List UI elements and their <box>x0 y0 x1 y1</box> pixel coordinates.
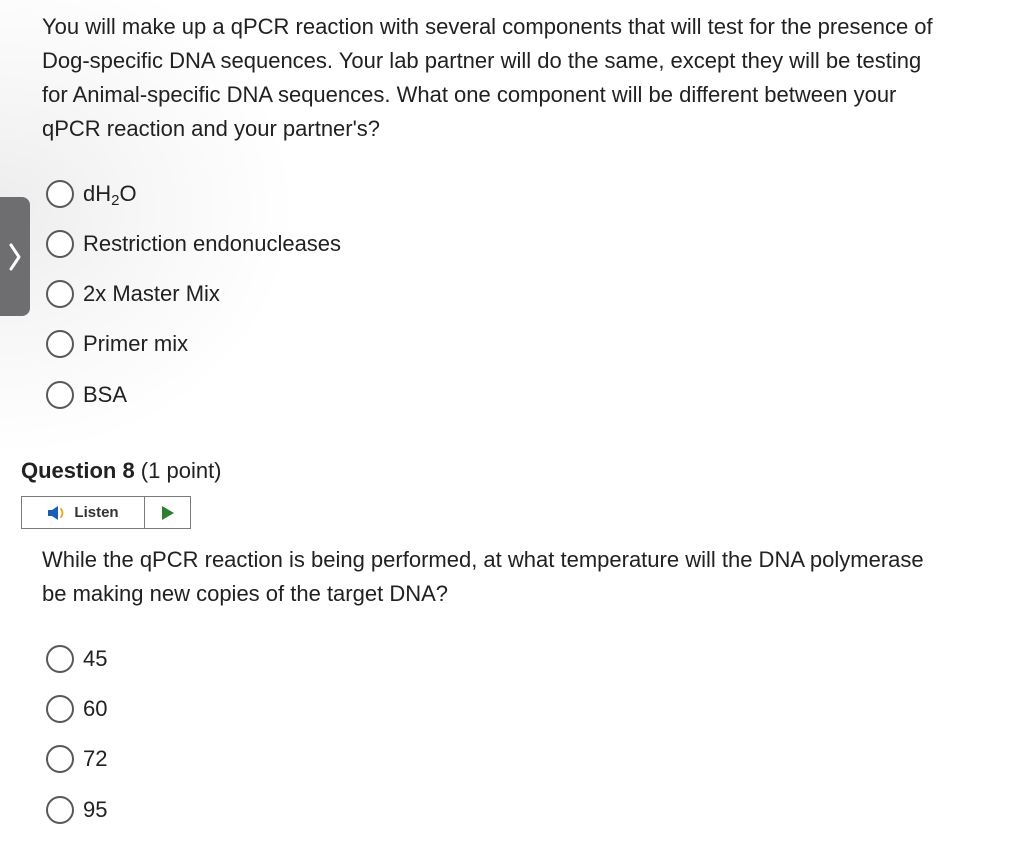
speaker-icon <box>48 505 64 520</box>
q7-option-primer-mix[interactable]: Primer mix <box>46 328 188 360</box>
q8-option-60[interactable]: 60 <box>46 693 107 725</box>
radio-button[interactable] <box>46 745 74 773</box>
question-points: (1 point) <box>134 458 222 483</box>
sidebar-expand-tab[interactable] <box>0 197 30 316</box>
play-button[interactable] <box>145 497 190 528</box>
option-label: 60 <box>83 696 108 721</box>
radio-button[interactable] <box>46 230 74 258</box>
option-label: BSA <box>83 382 128 407</box>
q7-option-bsa[interactable]: BSA <box>46 379 127 411</box>
question-8-text: While the qPCR reaction is being perform… <box>42 547 924 606</box>
radio-button[interactable] <box>46 180 74 208</box>
play-icon <box>161 505 174 520</box>
radio-button[interactable] <box>46 796 74 824</box>
q8-option-72[interactable]: 72 <box>46 743 107 775</box>
option-label: 72 <box>83 746 108 771</box>
radio-button[interactable] <box>46 645 74 673</box>
question-8-heading: Question 8 (1 point) <box>21 455 222 487</box>
option-label: 95 <box>83 797 108 822</box>
chevron-right-icon <box>9 243 21 270</box>
q7-option-dh2o[interactable]: dH2O <box>46 178 137 210</box>
q8-option-95[interactable]: 95 <box>46 794 107 826</box>
quiz-page: You will make up a qPCR reaction with se… <box>0 0 1024 861</box>
option-label: Restriction endonucleases <box>83 231 342 256</box>
question-7-text: You will make up a qPCR reaction with se… <box>42 14 933 141</box>
option-label: Primer mix <box>83 331 189 356</box>
q7-option-restriction-endonucleases[interactable]: Restriction endonucleases <box>46 228 341 260</box>
option-label: 2x Master Mix <box>83 281 220 306</box>
question-number: Question 8 <box>21 458 135 483</box>
listen-label: Listen <box>74 504 119 521</box>
radio-button[interactable] <box>46 330 74 358</box>
radio-button[interactable] <box>46 695 74 723</box>
q8-option-45[interactable]: 45 <box>46 643 107 675</box>
read-aloud-widget: Listen <box>21 496 191 529</box>
option-label: dH2O <box>83 181 137 209</box>
radio-button[interactable] <box>46 381 74 409</box>
radio-button[interactable] <box>46 280 74 308</box>
listen-button[interactable]: Listen <box>22 497 145 528</box>
option-label: 45 <box>83 646 108 671</box>
q7-option-master-mix[interactable]: 2x Master Mix <box>46 278 220 310</box>
